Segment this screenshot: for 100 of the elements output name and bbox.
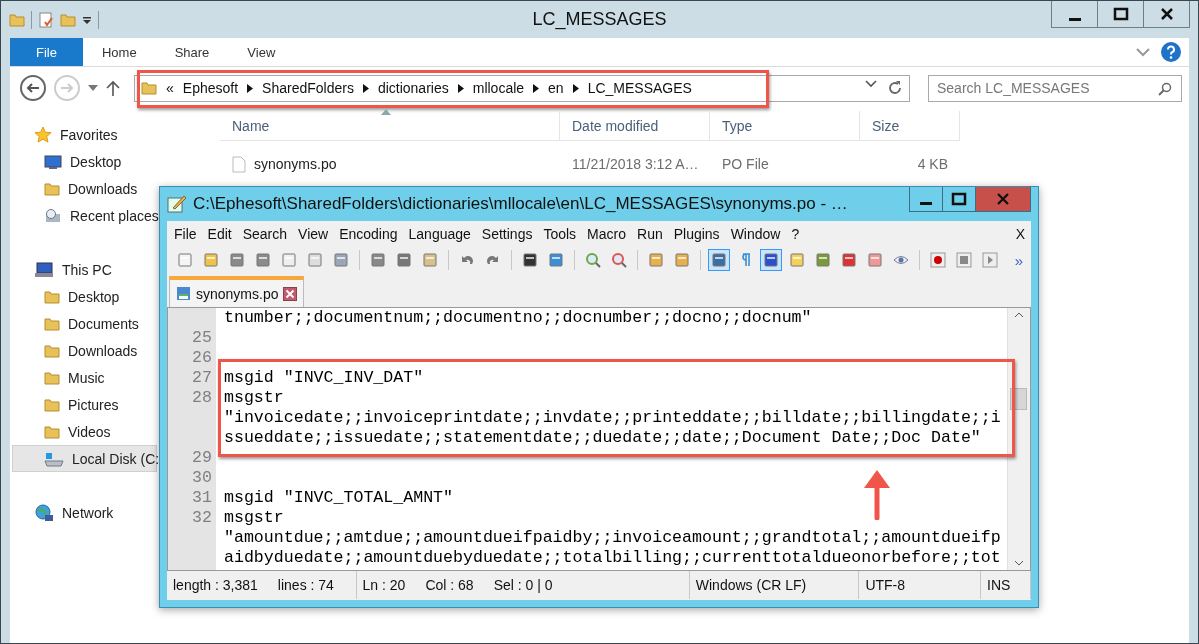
stop-icon[interactable] <box>953 249 975 271</box>
sidebar-item[interactable]: This PC <box>10 256 116 283</box>
toolbar-overflow-button[interactable]: » <box>1014 251 1031 269</box>
help-icon[interactable] <box>1161 42 1181 62</box>
new-folder-icon <box>60 11 76 28</box>
chevron-down-icon[interactable] <box>865 80 877 88</box>
dropdown-icon[interactable] <box>82 14 92 25</box>
window-title: LC_MESSAGES <box>532 9 667 30</box>
minimize-button[interactable] <box>909 187 943 212</box>
caret-icon[interactable] <box>88 85 98 91</box>
monitor-icon <box>44 153 62 170</box>
up-arrow-icon[interactable] <box>106 80 120 96</box>
code-line: tnumber;;documentnum;;documentno;;docnumber;;docno;;docnum" <box>223 308 812 328</box>
scrollbar[interactable] <box>1007 308 1030 570</box>
breadcrumb-item[interactable]: Ephesoft <box>182 80 239 96</box>
search-field[interactable]: Search LC_MESSAGES <box>928 74 1182 102</box>
document-tab[interactable]: synonyms.po <box>169 276 305 307</box>
status-text: Col : 68 <box>425 577 474 593</box>
properties-icon[interactable] <box>38 11 54 28</box>
breadcrumb-item[interactable]: mllocale <box>472 80 525 96</box>
column-header[interactable]: Date modified <box>560 111 710 141</box>
code-line: msgid "INVC_INV_DAT" <box>223 368 424 388</box>
menu-item[interactable]: File <box>174 226 197 242</box>
sidebar-item[interactable]: Downloads <box>10 337 142 364</box>
file-icon <box>232 155 246 173</box>
sidebar-item[interactable]: Pictures <box>10 391 123 418</box>
sidebar-item[interactable]: Desktop <box>10 148 126 175</box>
menu-item[interactable]: Search <box>242 226 288 242</box>
breadcrumb-arrow-icon[interactable] <box>362 83 369 93</box>
menu-item[interactable]: Edit <box>207 226 232 242</box>
search-icon <box>1158 81 1172 96</box>
download-folder-icon <box>44 180 60 197</box>
maximize-icon <box>951 192 967 206</box>
menu-item[interactable]: ? <box>791 226 800 242</box>
code-line: "invoicedate;;invoiceprintdate;;invdate;;printeddate;;billdate;;billingdate;;i <box>223 408 1001 428</box>
close-icon[interactable] <box>283 286 298 301</box>
line-number: 32 <box>192 508 212 528</box>
menu-item[interactable]: View <box>298 226 329 242</box>
window-title: C:\Ephesoft\SharedFolders\dictionaries\mllocale\en\LC_MESSAGES\synonyms.po - … <box>193 194 848 214</box>
code-line: msgstr <box>223 508 284 528</box>
code-line: aidbyduedate;;amountduebyduedate;;totalbilling;;currenttotaldueonorbefore;;tot <box>223 548 1001 568</box>
breadcrumb-item[interactable]: SharedFolders <box>262 80 354 96</box>
file-row[interactable]: synonyms.po 11/21/2018 3:12 A… PO File 4 KB <box>220 149 1189 179</box>
breadcrumb-arrow-icon[interactable] <box>572 83 579 93</box>
play-icon[interactable] <box>979 249 1001 271</box>
breadcrumb-overflow[interactable]: « <box>166 80 174 96</box>
breadcrumb-arrow-icon[interactable] <box>247 83 254 93</box>
table-cell: 11/21/2018 3:12 A… <box>572 156 699 172</box>
menu-item[interactable]: Language <box>408 226 471 242</box>
breadcrumb-item[interactable]: en <box>548 80 564 96</box>
menu-item[interactable]: Window <box>730 226 781 242</box>
breadcrumb-arrow-icon[interactable] <box>457 83 464 93</box>
text-editor[interactable] <box>167 307 1031 571</box>
table-cell: PO File <box>722 156 769 172</box>
sidebar-item[interactable]: Local Disk (C: <box>12 445 157 472</box>
breadcrumb-item[interactable]: LC_MESSAGES <box>587 80 692 96</box>
close-document-button[interactable]: X <box>1015 226 1031 242</box>
line-number: 30 <box>192 468 212 488</box>
code-line: msgid "INVC_TOTAL_AMNT" <box>223 488 454 508</box>
sidebar-item[interactable]: Downloads <box>10 175 142 202</box>
line-number: 26 <box>192 348 212 368</box>
status-text: length : 3,381 <box>173 577 258 593</box>
ribbon-tab[interactable]: View <box>228 38 295 66</box>
sidebar-item[interactable]: Recent places <box>10 202 163 229</box>
column-header[interactable]: Name <box>220 111 560 141</box>
drive-icon <box>44 450 64 467</box>
arrow-icon <box>60 82 74 94</box>
menu-item[interactable]: Tools <box>543 226 577 242</box>
sidebar-item[interactable]: Videos <box>10 418 115 445</box>
sidebar-item[interactable]: Documents <box>10 310 143 337</box>
line-number: 28 <box>192 388 212 408</box>
sidebar-item[interactable]: Desktop <box>10 283 124 310</box>
menu-item[interactable]: Encoding <box>339 226 398 242</box>
line-number: 27 <box>192 368 212 388</box>
back-button[interactable] <box>20 75 46 101</box>
breadcrumb-item[interactable]: dictionaries <box>377 80 449 96</box>
column-header[interactable]: Size <box>860 111 960 141</box>
column-header[interactable]: Type <box>710 111 860 141</box>
ribbon-tab[interactable]: Home <box>82 38 156 66</box>
menu-item[interactable]: Macro <box>587 226 626 242</box>
status-text: INS <box>987 577 1011 593</box>
refresh-icon[interactable] <box>887 80 903 96</box>
menu-item[interactable]: Plugins <box>673 226 720 242</box>
sidebar-item[interactable]: Favorites <box>10 121 122 148</box>
star-icon <box>34 125 52 144</box>
sidebar-item[interactable]: Music <box>10 364 109 391</box>
menu-item[interactable]: Settings <box>481 226 533 242</box>
line-number: 31 <box>192 488 212 508</box>
maximize-icon <box>1112 7 1129 21</box>
menu-item[interactable]: Run <box>637 226 663 242</box>
ribbon-tab[interactable]: File <box>10 38 83 66</box>
status-text: lines : 74 <box>277 577 334 593</box>
status-text: Sel : 0 | 0 <box>493 577 553 593</box>
breadcrumb-arrow-icon[interactable] <box>533 83 540 93</box>
record-icon[interactable] <box>927 249 949 271</box>
address-bar[interactable]: « Ephesoft SharedFolders dictionaries mllocale en LC_MESSAGES <box>134 74 910 102</box>
sidebar-item[interactable]: Network <box>10 499 118 526</box>
annotation-arrow <box>862 468 892 520</box>
ribbon-tab[interactable]: Share <box>155 38 229 66</box>
status-text: Windows (CR LF) <box>695 577 807 593</box>
